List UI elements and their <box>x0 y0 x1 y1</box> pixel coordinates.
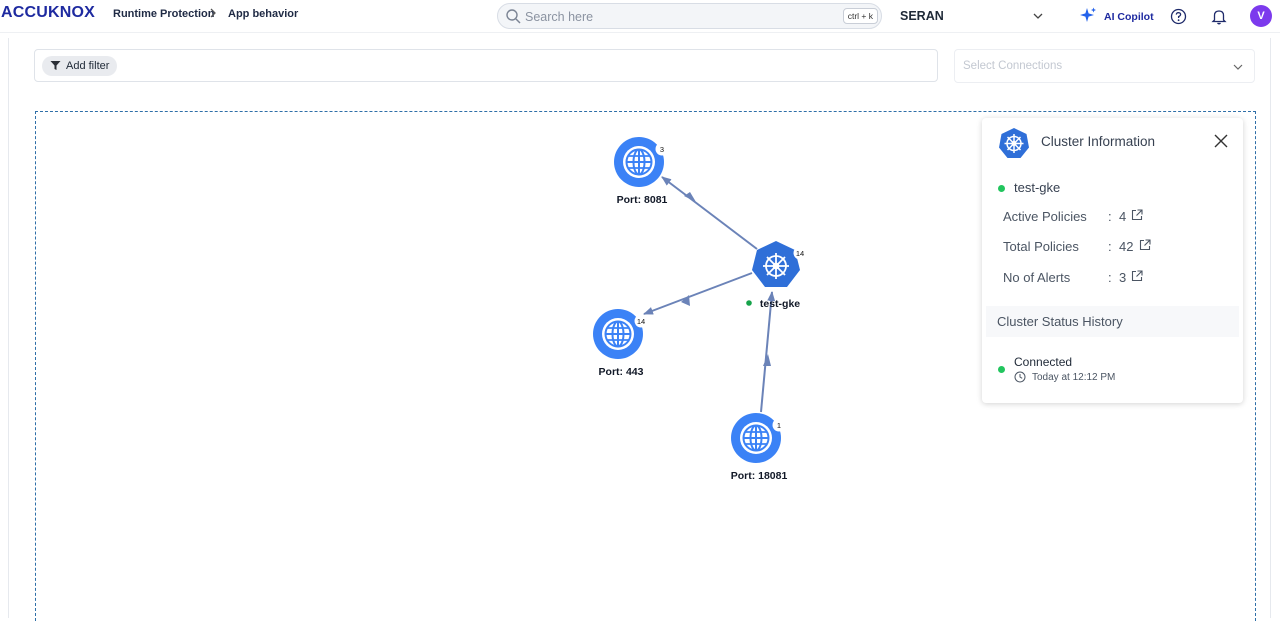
node-label: Port: 18081 <box>731 470 788 482</box>
breadcrumb-app-behavior[interactable]: App behavior <box>228 8 298 20</box>
node-port-443[interactable]: 14 Port: 443 <box>592 308 648 378</box>
search-shortcut: ctrl + k <box>842 8 878 24</box>
external-link-icon[interactable] <box>1131 209 1143 221</box>
breadcrumb-runtime-protection[interactable]: Runtime Protection <box>113 8 214 20</box>
add-filter-label: Add filter <box>66 60 110 72</box>
row-separator: : <box>1108 239 1112 254</box>
cluster-name: test-gke <box>1014 180 1061 195</box>
search-placeholder: Search here <box>525 10 594 24</box>
kubernetes-icon <box>999 128 1029 158</box>
external-link-icon[interactable] <box>1131 270 1143 282</box>
filter-icon <box>50 61 61 70</box>
node-label: Port: 443 <box>599 366 644 378</box>
status-history-header: Cluster Status History <box>986 306 1239 337</box>
row-separator: : <box>1108 270 1112 285</box>
node-badge-count: 1 <box>777 421 781 430</box>
globe-icon <box>730 412 782 464</box>
top-header: ACCUKNOX Runtime Protection App behavior… <box>0 0 1280 33</box>
status-dot <box>746 300 752 306</box>
node-badge-count: 14 <box>637 317 645 326</box>
help-icon[interactable] <box>1170 8 1187 25</box>
cluster-info-panel: Cluster Information test-gke Active Poli… <box>982 118 1243 403</box>
external-link-icon[interactable] <box>1139 239 1151 251</box>
status-dot <box>998 185 1005 192</box>
alerts-label: No of Alerts <box>1003 270 1071 285</box>
node-badge-count: 14 <box>796 249 804 258</box>
bell-icon[interactable] <box>1211 8 1227 25</box>
user-avatar[interactable]: V <box>1250 5 1272 27</box>
active-policies-value: 4 <box>1119 209 1127 224</box>
node-port-8081[interactable]: 3 Port: 8081 <box>613 136 669 206</box>
status-history-title: Cluster Status History <box>997 314 1123 329</box>
status-timestamp: Today at 12:12 PM <box>1032 372 1116 383</box>
connections-select[interactable]: Select Connections <box>954 49 1255 83</box>
active-policies-label: Active Policies <box>1003 209 1087 224</box>
filter-bar: Add filter <box>34 49 938 82</box>
globe-icon <box>613 136 665 188</box>
chevron-right-icon <box>210 8 216 18</box>
alerts-value: 3 <box>1119 270 1127 285</box>
add-filter-button[interactable]: Add filter <box>42 56 118 76</box>
chevron-down-icon <box>1233 64 1243 70</box>
total-policies-label: Total Policies <box>1003 239 1079 254</box>
accuknox-logo[interactable]: ACCUKNOX <box>1 4 95 22</box>
chevron-down-icon[interactable] <box>1032 10 1044 22</box>
connected-status-dot <box>998 366 1005 373</box>
node-badge-count: 3 <box>660 145 664 154</box>
row-separator: : <box>1108 209 1112 224</box>
search-input[interactable]: Search here ctrl + k <box>497 3 882 29</box>
clock-icon <box>1014 371 1026 383</box>
sparkle-icon[interactable] <box>1078 6 1098 26</box>
panel-title: Cluster Information <box>1041 134 1156 149</box>
tenant-selector[interactable]: SERAN <box>900 9 944 23</box>
close-icon[interactable] <box>1214 134 1228 148</box>
connection-status: Connected <box>1014 355 1073 369</box>
search-icon <box>506 9 521 24</box>
total-policies-value: 42 <box>1119 239 1134 254</box>
node-port-18081[interactable]: 1 Port: 18081 <box>730 412 788 482</box>
node-label: test-gke <box>760 298 800 310</box>
globe-icon <box>592 308 644 360</box>
node-label: Port: 8081 <box>617 194 668 206</box>
connections-placeholder: Select Connections <box>963 60 1063 72</box>
ai-copilot-button[interactable]: AI Copilot <box>1104 11 1154 23</box>
